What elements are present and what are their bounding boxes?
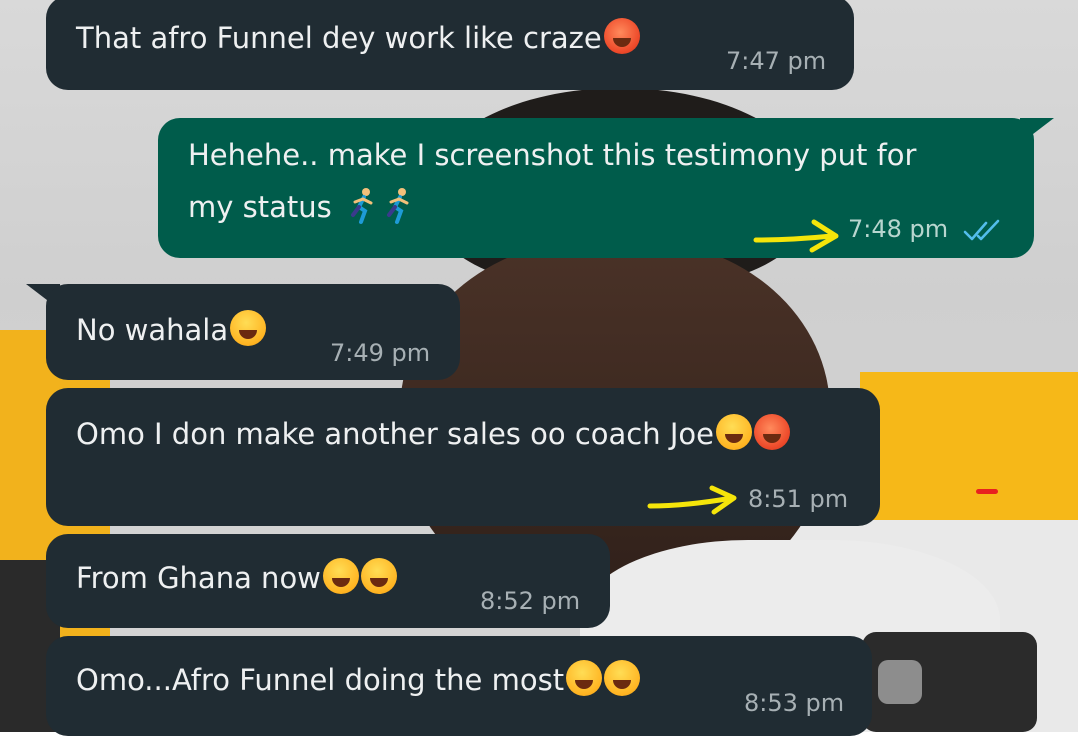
wallpaper-phone-camera	[878, 660, 922, 704]
rolling-laughing-emoji-icon	[360, 558, 397, 594]
person-running-emoji-icon	[386, 188, 409, 224]
message-text: That afro Funnel dey work like craze	[76, 21, 602, 55]
message-bubble-incoming[interactable]: No wahala 7:49 pm	[46, 284, 460, 380]
message-text: From Ghana now	[76, 561, 321, 595]
read-receipt-double-tick-icon	[963, 219, 1000, 241]
message-bubble-outgoing[interactable]: Hehehe.. make I screenshot this testimon…	[158, 118, 1034, 258]
message-bubble-incoming[interactable]: Omo...Afro Funnel doing the most 8:53 pm	[46, 636, 872, 736]
hot-face-emoji-icon	[753, 414, 790, 450]
message-bubble-incoming[interactable]: From Ghana now 8:52 pm	[46, 534, 610, 628]
grinning-sweat-emoji-icon	[566, 660, 603, 696]
tears-of-joy-emoji-icon	[715, 414, 752, 450]
grinning-sweat-emoji-icon	[230, 310, 267, 346]
annotation-arrow-icon	[647, 485, 737, 515]
message-bubble-incoming[interactable]: That afro Funnel dey work like craze 7:4…	[46, 0, 854, 90]
message-timestamp: 8:51 pm	[748, 485, 849, 513]
message-timestamp: 7:48 pm	[848, 215, 949, 243]
message-text: No wahala	[76, 313, 229, 347]
annotation-arrow-icon	[753, 219, 839, 253]
person-running-emoji-icon	[350, 188, 373, 224]
message-timestamp: 7:47 pm	[726, 47, 827, 75]
annotation-red-mark	[976, 489, 998, 494]
message-text: Omo...Afro Funnel doing the most	[76, 663, 565, 697]
message-bubble-incoming[interactable]: Omo I don make another sales oo coach Jo…	[46, 388, 880, 526]
grinning-sweat-emoji-icon	[604, 660, 641, 696]
message-timestamp: 8:52 pm	[480, 587, 581, 615]
tears-of-joy-emoji-icon	[322, 558, 359, 594]
message-timestamp: 8:53 pm	[744, 689, 845, 717]
message-text: Omo I don make another sales oo coach Jo…	[76, 417, 714, 451]
message-text-line-2: my status	[188, 190, 332, 224]
message-timestamp: 7:49 pm	[330, 339, 431, 367]
message-text-line-1: Hehehe.. make I screenshot this testimon…	[188, 138, 917, 172]
hot-face-emoji-icon	[603, 18, 640, 54]
